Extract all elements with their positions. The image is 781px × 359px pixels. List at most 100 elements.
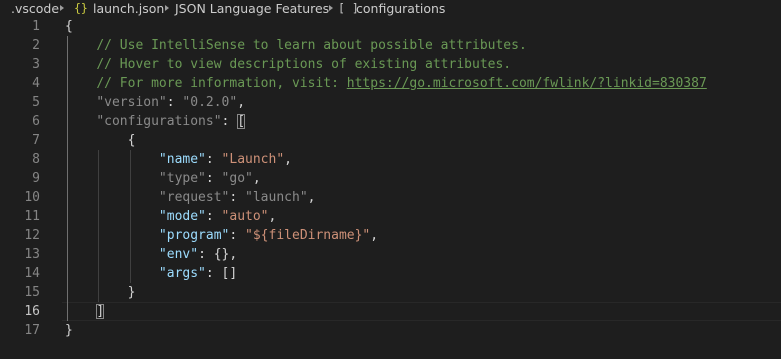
token-str-dim: "0.2.0" bbox=[182, 95, 238, 110]
code-editor[interactable]: 1{2 // Use IntelliSense to learn about p… bbox=[0, 17, 781, 359]
line-number: 8 bbox=[32, 152, 40, 167]
token-punct: , bbox=[268, 209, 277, 224]
code-text: "configurations": [ bbox=[65, 112, 246, 131]
token-comment: // For more information, visit: bbox=[96, 76, 347, 91]
line-number: 3 bbox=[32, 57, 40, 72]
code-text: { bbox=[65, 17, 73, 36]
code-line[interactable]: 6 "configurations": [ bbox=[0, 112, 781, 131]
code-line[interactable]: 8 "name": "Launch", bbox=[0, 150, 781, 169]
indent-guide bbox=[67, 36, 68, 321]
breadcrumb-file-launch-json[interactable]: launch.json bbox=[93, 0, 164, 17]
code-text: // Hover to view descriptions of existin… bbox=[65, 55, 511, 74]
token-punct: , bbox=[252, 171, 261, 186]
line-number: 9 bbox=[32, 171, 40, 186]
vscode-editor-window: .vscode {} launch.json JSON Language Fea… bbox=[0, 0, 781, 359]
line-number: 7 bbox=[32, 133, 40, 148]
token-punct: } bbox=[127, 285, 136, 300]
code-text: // Use IntelliSense to learn about possi… bbox=[65, 36, 527, 55]
line-number: 1 bbox=[32, 19, 40, 34]
code-text: "mode": "auto", bbox=[65, 207, 276, 226]
code-text: { bbox=[65, 131, 136, 150]
token-str: "${fileDirname}" bbox=[245, 228, 371, 243]
token-comment: // Hover to view descriptions of existin… bbox=[96, 57, 512, 72]
breadcrumb: .vscode {} launch.json JSON Language Fea… bbox=[0, 0, 781, 17]
token-str-dim: "go" bbox=[221, 171, 253, 186]
indent-guide bbox=[130, 150, 131, 283]
code-line[interactable]: 11 "mode": "auto", bbox=[0, 207, 781, 226]
token-str: "Launch" bbox=[221, 152, 285, 167]
chevron-right-icon bbox=[60, 5, 64, 11]
code-text: } bbox=[65, 283, 136, 302]
line-number: 4 bbox=[32, 76, 40, 91]
token-punct: : bbox=[166, 95, 183, 110]
code-text: // For more information, visit: https://… bbox=[65, 74, 707, 93]
code-line[interactable]: 14 "args": [] bbox=[0, 264, 781, 283]
code-line[interactable]: 16 ] bbox=[0, 302, 781, 321]
line-number: 13 bbox=[24, 247, 40, 262]
line-number: 11 bbox=[24, 209, 40, 224]
code-line[interactable]: 13 "env": {}, bbox=[0, 245, 781, 264]
code-line[interactable]: 5 "version": "0.2.0", bbox=[0, 93, 781, 112]
code-text: "env": {}, bbox=[65, 245, 237, 264]
breadcrumb-folder-vscode[interactable]: .vscode bbox=[11, 0, 59, 17]
token-punct: : bbox=[229, 190, 246, 205]
json-file-icon: {} bbox=[74, 1, 88, 15]
code-text: } bbox=[65, 321, 73, 340]
code-text: "request": "launch", bbox=[65, 188, 316, 207]
token-punct: ] bbox=[96, 304, 105, 319]
line-number: 14 bbox=[24, 266, 40, 281]
token-punct: , bbox=[284, 152, 292, 167]
token-punct: : bbox=[205, 171, 222, 186]
token-punct: { bbox=[127, 133, 136, 148]
code-line[interactable]: 2 // Use IntelliSense to learn about pos… bbox=[0, 36, 781, 55]
code-line[interactable]: 9 "type": "go", bbox=[0, 169, 781, 188]
code-line[interactable]: 3 // Hover to view descriptions of exist… bbox=[0, 55, 781, 74]
token-punct: : bbox=[229, 228, 246, 243]
line-number: 5 bbox=[32, 95, 40, 110]
token-str: "auto" bbox=[221, 209, 269, 224]
token-punct: , bbox=[237, 95, 246, 110]
token-key-dim: "version" bbox=[96, 95, 167, 110]
code-text: "program": "${fileDirname}", bbox=[65, 226, 378, 245]
token-punct: : [] bbox=[205, 266, 238, 281]
code-line[interactable]: 1{ bbox=[0, 17, 781, 36]
token-comment: // Use IntelliSense to learn about possi… bbox=[96, 38, 527, 53]
code-line[interactable]: 17} bbox=[0, 321, 781, 340]
token-punct: , bbox=[307, 190, 316, 205]
token-punct: } bbox=[65, 323, 73, 338]
line-number: 12 bbox=[24, 228, 40, 243]
code-text: "version": "0.2.0", bbox=[65, 93, 245, 112]
code-text: ] bbox=[65, 302, 105, 321]
token-punct: : bbox=[205, 209, 222, 224]
token-str-dim: "launch" bbox=[245, 190, 308, 205]
token-punct: [ bbox=[237, 114, 246, 129]
code-line[interactable]: 7 { bbox=[0, 131, 781, 150]
code-line[interactable]: 12 "program": "${fileDirname}", bbox=[0, 226, 781, 245]
code-text: "type": "go", bbox=[65, 169, 261, 188]
code-text: "name": "Launch", bbox=[65, 150, 292, 169]
breadcrumb-configurations[interactable]: configurations bbox=[356, 0, 445, 17]
token-punct: : bbox=[205, 152, 222, 167]
code-line[interactable]: 15 } bbox=[0, 283, 781, 302]
token-key-dim: "configurations" bbox=[96, 114, 222, 129]
token-link: https://go.microsoft.com/fwlink/?linkid=… bbox=[346, 76, 707, 91]
token-key: "name" bbox=[158, 152, 206, 167]
breadcrumb-json-language-features[interactable]: JSON Language Features bbox=[175, 0, 329, 17]
token-punct: : bbox=[221, 114, 238, 129]
token-key-dim: "request" bbox=[158, 190, 230, 205]
code-line[interactable]: 10 "request": "launch", bbox=[0, 188, 781, 207]
code-line[interactable]: 4 // For more information, visit: https:… bbox=[0, 74, 781, 93]
